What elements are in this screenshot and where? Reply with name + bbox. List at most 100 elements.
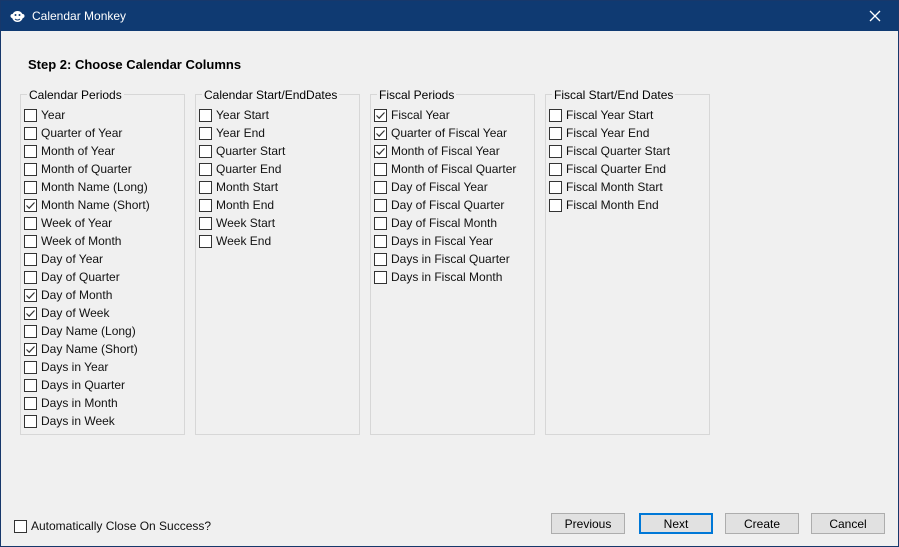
checkbox-box[interactable] bbox=[24, 252, 37, 266]
checkbox-month-name-long[interactable]: Month Name (Long) bbox=[24, 178, 150, 196]
checkbox-month-of-quarter[interactable]: Month of Quarter bbox=[24, 160, 150, 178]
checkbox-label: Week End bbox=[216, 234, 272, 248]
previous-button[interactable]: Previous bbox=[551, 513, 625, 534]
checkbox-fiscal-year-end[interactable]: Fiscal Year End bbox=[549, 124, 670, 142]
checkbox-box[interactable] bbox=[549, 108, 562, 122]
checkbox-label: Quarter of Year bbox=[41, 126, 123, 140]
checkbox-box[interactable] bbox=[199, 108, 212, 122]
checkbox-month-end[interactable]: Month End bbox=[199, 196, 285, 214]
checkbox-box[interactable] bbox=[199, 234, 212, 248]
checkbox-box[interactable] bbox=[374, 216, 387, 230]
checkbox-label: Year End bbox=[216, 126, 265, 140]
checkbox-week-of-year[interactable]: Week of Year bbox=[24, 214, 150, 232]
checkbox-year-start[interactable]: Year Start bbox=[199, 106, 285, 124]
checkbox-quarter-start[interactable]: Quarter Start bbox=[199, 142, 285, 160]
checkbox-box[interactable] bbox=[199, 144, 212, 158]
checkbox-box[interactable] bbox=[24, 270, 37, 284]
checkbox-month-of-fiscal-quarter[interactable]: Month of Fiscal Quarter bbox=[374, 160, 516, 178]
checkbox-week-start[interactable]: Week Start bbox=[199, 214, 285, 232]
checkbox-box[interactable] bbox=[24, 414, 37, 428]
checkbox-box[interactable] bbox=[374, 162, 387, 176]
checkbox-box[interactable] bbox=[24, 126, 37, 140]
checkbox-year-end[interactable]: Year End bbox=[199, 124, 285, 142]
checkbox-days-in-year[interactable]: Days in Year bbox=[24, 358, 150, 376]
checkbox-box[interactable] bbox=[24, 216, 37, 230]
checkbox-quarter-end[interactable]: Quarter End bbox=[199, 160, 285, 178]
checkbox-month-of-fiscal-year[interactable]: Month of Fiscal Year bbox=[374, 142, 516, 160]
checkbox-box[interactable] bbox=[199, 162, 212, 176]
checkbox-month-of-year[interactable]: Month of Year bbox=[24, 142, 150, 160]
checkbox-box[interactable] bbox=[24, 360, 37, 374]
checkbox-box[interactable] bbox=[24, 342, 37, 356]
checkbox-box[interactable] bbox=[549, 198, 562, 212]
title-bar[interactable]: Calendar Monkey bbox=[1, 1, 898, 31]
checkbox-day-of-fiscal-month[interactable]: Day of Fiscal Month bbox=[374, 214, 516, 232]
checkbox-box[interactable] bbox=[199, 180, 212, 194]
checkbox-box[interactable] bbox=[14, 519, 27, 533]
checkbox-label: Day of Month bbox=[41, 288, 113, 302]
checkbox-days-in-week[interactable]: Days in Week bbox=[24, 412, 150, 430]
checkbox-box[interactable] bbox=[199, 198, 212, 212]
close-button[interactable] bbox=[852, 1, 898, 31]
checkbox-box[interactable] bbox=[24, 288, 37, 302]
checkbox-box[interactable] bbox=[374, 126, 387, 140]
checkbox-box[interactable] bbox=[24, 198, 37, 212]
next-button[interactable]: Next bbox=[639, 513, 713, 534]
checkbox-box[interactable] bbox=[24, 180, 37, 194]
checkbox-box[interactable] bbox=[24, 306, 37, 320]
checkbox-box[interactable] bbox=[24, 378, 37, 392]
checkbox-days-in-fiscal-month[interactable]: Days in Fiscal Month bbox=[374, 268, 516, 286]
checkbox-box[interactable] bbox=[374, 108, 387, 122]
checkbox-fiscal-quarter-end[interactable]: Fiscal Quarter End bbox=[549, 160, 670, 178]
checkbox-month-name-short[interactable]: Month Name (Short) bbox=[24, 196, 150, 214]
checkbox-day-of-quarter[interactable]: Day of Quarter bbox=[24, 268, 150, 286]
checkbox-label: Year bbox=[41, 108, 66, 122]
checkbox-box[interactable] bbox=[24, 324, 37, 338]
checkbox-box[interactable] bbox=[374, 252, 387, 266]
checkbox-month-start[interactable]: Month Start bbox=[199, 178, 285, 196]
checkbox-box[interactable] bbox=[24, 108, 37, 122]
cancel-button[interactable]: Cancel bbox=[811, 513, 885, 534]
checkbox-day-of-month[interactable]: Day of Month bbox=[24, 286, 150, 304]
checkbox-days-in-quarter[interactable]: Days in Quarter bbox=[24, 376, 150, 394]
checkbox-day-of-fiscal-quarter[interactable]: Day of Fiscal Quarter bbox=[374, 196, 516, 214]
checkbox-day-name-short[interactable]: Day Name (Short) bbox=[24, 340, 150, 358]
checkbox-box[interactable] bbox=[549, 162, 562, 176]
checkbox-day-name-long[interactable]: Day Name (Long) bbox=[24, 322, 150, 340]
checkbox-fiscal-month-end[interactable]: Fiscal Month End bbox=[549, 196, 670, 214]
checkbox-box[interactable] bbox=[549, 144, 562, 158]
checkbox-box[interactable] bbox=[24, 234, 37, 248]
checkbox-day-of-week[interactable]: Day of Week bbox=[24, 304, 150, 322]
checkbox-year[interactable]: Year bbox=[24, 106, 150, 124]
checkbox-label: Quarter Start bbox=[216, 144, 286, 158]
checkbox-fiscal-year[interactable]: Fiscal Year bbox=[374, 106, 516, 124]
checkbox-day-of-fiscal-year[interactable]: Day of Fiscal Year bbox=[374, 178, 516, 196]
checkbox-box[interactable] bbox=[199, 216, 212, 230]
checkbox-fiscal-year-start[interactable]: Fiscal Year Start bbox=[549, 106, 670, 124]
checkbox-box[interactable] bbox=[374, 270, 387, 284]
checkbox-box[interactable] bbox=[374, 234, 387, 248]
checkbox-week-of-month[interactable]: Week of Month bbox=[24, 232, 150, 250]
checkbox-days-in-fiscal-year[interactable]: Days in Fiscal Year bbox=[374, 232, 516, 250]
checkbox-box[interactable] bbox=[199, 126, 212, 140]
checkbox-quarter-of-year[interactable]: Quarter of Year bbox=[24, 124, 150, 142]
checkbox-days-in-month[interactable]: Days in Month bbox=[24, 394, 150, 412]
checkbox-day-of-year[interactable]: Day of Year bbox=[24, 250, 150, 268]
auto-close-checkbox[interactable]: Automatically Close On Success? bbox=[14, 517, 211, 535]
checkbox-box[interactable] bbox=[374, 198, 387, 212]
checkbox-box[interactable] bbox=[24, 396, 37, 410]
checkbox-box[interactable] bbox=[374, 180, 387, 194]
checkbox-box[interactable] bbox=[24, 162, 37, 176]
checkbox-fiscal-quarter-start[interactable]: Fiscal Quarter Start bbox=[549, 142, 670, 160]
fiscal-periods-group: Fiscal Periods Fiscal Year Quarter of Fisc… bbox=[370, 88, 535, 435]
checkbox-box[interactable] bbox=[549, 180, 562, 194]
checkbox-week-end[interactable]: Week End bbox=[199, 232, 285, 250]
checkbox-quarter-of-fiscal-year[interactable]: Quarter of Fiscal Year bbox=[374, 124, 516, 142]
create-button[interactable]: Create bbox=[725, 513, 799, 534]
checkbox-fiscal-month-start[interactable]: Fiscal Month Start bbox=[549, 178, 670, 196]
checkbox-box[interactable] bbox=[24, 144, 37, 158]
checkbox-days-in-fiscal-quarter[interactable]: Days in Fiscal Quarter bbox=[374, 250, 516, 268]
checkmark-icon bbox=[376, 129, 385, 137]
checkbox-box[interactable] bbox=[549, 126, 562, 140]
checkbox-box[interactable] bbox=[374, 144, 387, 158]
